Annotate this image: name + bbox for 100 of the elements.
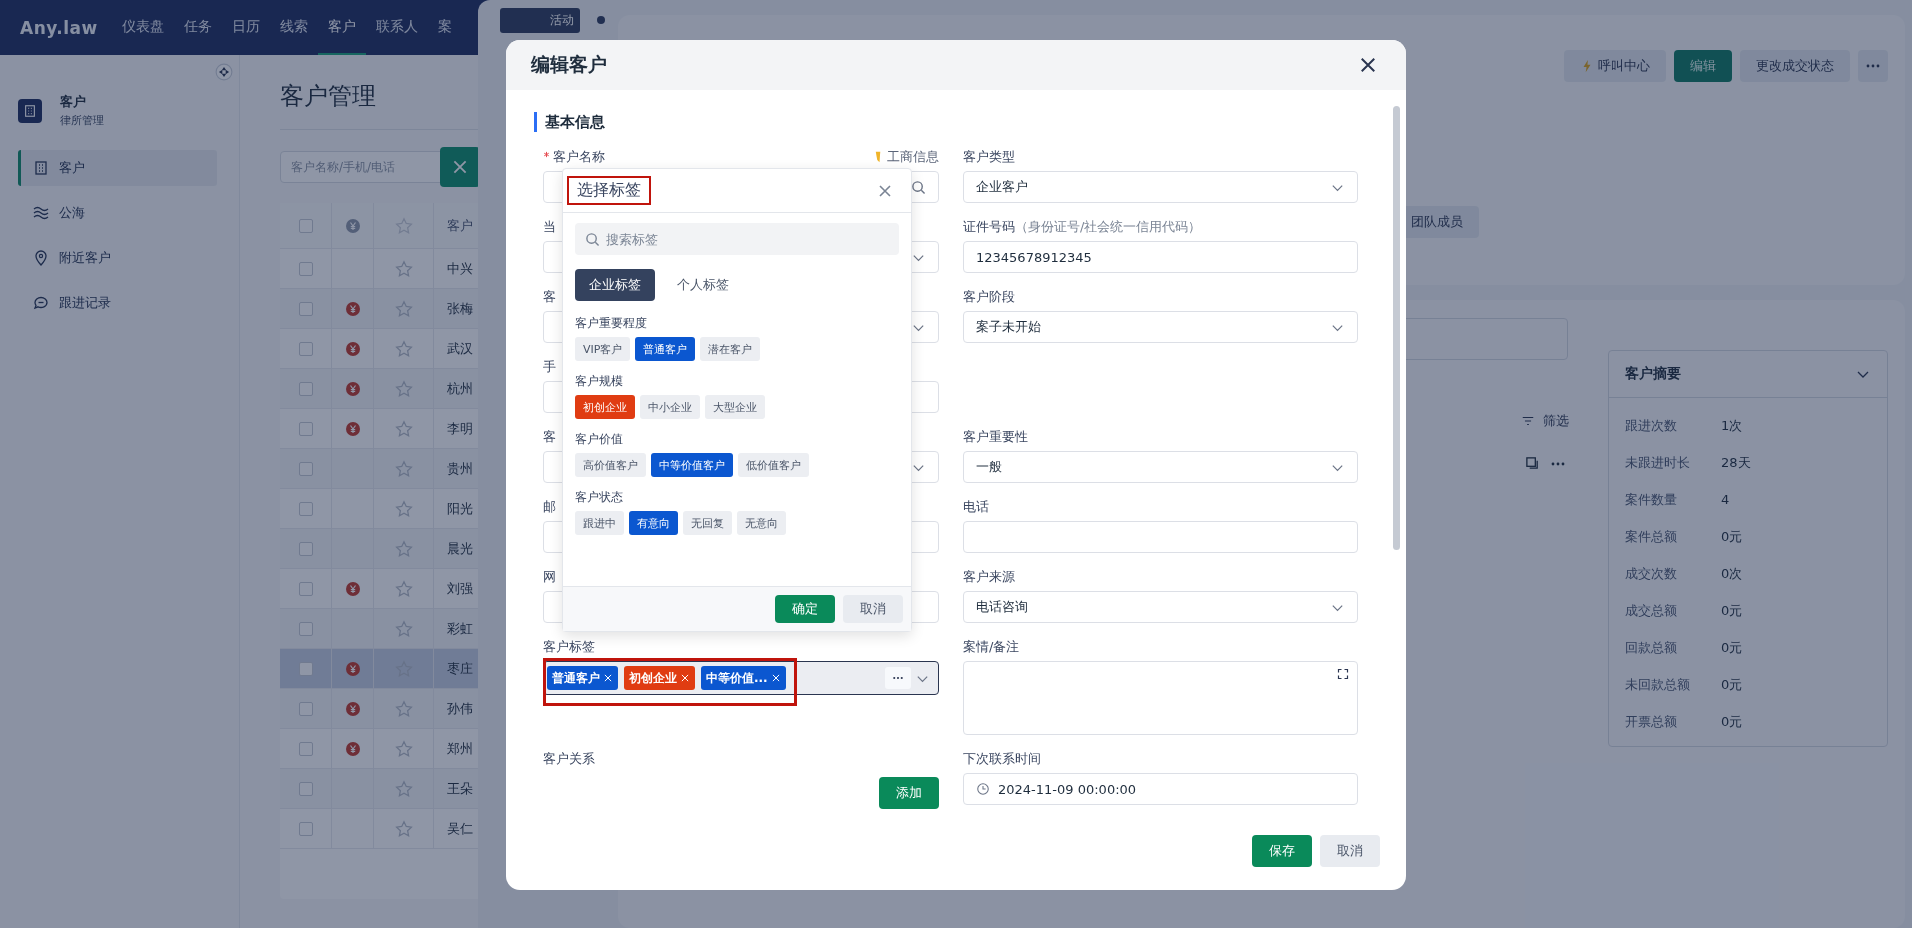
- filter-link[interactable]: 筛选: [1521, 412, 1569, 430]
- tag-option[interactable]: VIP客户: [575, 337, 631, 361]
- selected-tag[interactable]: 普通客户: [547, 666, 618, 690]
- checkbox[interactable]: [298, 341, 313, 356]
- checkbox[interactable]: [298, 541, 313, 556]
- tag-select-field[interactable]: 普通客户 初创企业 中等价值...: [543, 661, 939, 695]
- tag-option[interactable]: 大型企业: [705, 395, 765, 419]
- status-button[interactable]: 更改成交状态: [1740, 50, 1850, 82]
- search-field[interactable]: 搜索标签: [575, 223, 899, 255]
- nav-link[interactable]: 客户: [317, 0, 366, 55]
- checkbox[interactable]: [298, 581, 313, 596]
- save-button[interactable]: 保存: [1252, 835, 1312, 867]
- sidebar-item[interactable]: 跟进记录: [18, 285, 217, 321]
- star-icon[interactable]: [394, 579, 413, 598]
- yen-icon: [344, 660, 361, 677]
- more-button[interactable]: [885, 667, 911, 689]
- checkbox[interactable]: [298, 621, 313, 636]
- cancel-button[interactable]: 取消: [843, 595, 903, 623]
- star-icon[interactable]: [394, 339, 413, 358]
- select-field[interactable]: 一般: [963, 451, 1358, 483]
- star-icon[interactable]: [394, 499, 413, 518]
- date-field[interactable]: 2024-11-09 00:00:00: [963, 773, 1358, 805]
- checkbox[interactable]: [298, 421, 313, 436]
- checkbox[interactable]: [298, 661, 313, 676]
- app-logo: Any.law: [20, 17, 98, 38]
- star-icon[interactable]: [394, 459, 413, 478]
- tag-option[interactable]: 初创企业: [575, 395, 635, 419]
- waves-icon: [33, 205, 49, 221]
- checkbox[interactable]: [298, 218, 313, 233]
- star-icon[interactable]: [394, 819, 413, 838]
- select-field[interactable]: 企业客户: [963, 171, 1358, 203]
- select-field[interactable]: 电话咨询: [963, 591, 1358, 623]
- star-icon[interactable]: [394, 379, 413, 398]
- nav-link[interactable]: 线索: [269, 0, 318, 55]
- star-icon[interactable]: [394, 739, 413, 758]
- confirm-button[interactable]: 确定: [775, 595, 835, 623]
- cancel-button[interactable]: 取消: [1320, 835, 1380, 867]
- tag-option[interactable]: 无意向: [737, 511, 786, 535]
- nav-link[interactable]: 联系人: [365, 0, 428, 55]
- star-icon[interactable]: [394, 299, 413, 318]
- remove-icon[interactable]: [770, 673, 781, 683]
- more-button[interactable]: [1858, 50, 1888, 82]
- tag-option[interactable]: 潜在客户: [700, 337, 761, 361]
- tag-option[interactable]: 中小企业: [640, 395, 700, 419]
- nav-link[interactable]: 日历: [221, 0, 270, 55]
- input-field[interactable]: [963, 521, 1358, 553]
- checkbox[interactable]: [298, 821, 313, 836]
- checkbox[interactable]: [298, 461, 313, 476]
- tag-option[interactable]: 无回复: [683, 511, 732, 535]
- tag-option[interactable]: 高价值客户: [575, 453, 646, 477]
- call-center-button[interactable]: 呼叫中心: [1564, 50, 1666, 82]
- summary-value: 0次: [1721, 564, 1743, 583]
- checkbox[interactable]: [298, 701, 313, 716]
- checkbox[interactable]: [298, 381, 313, 396]
- nav-link[interactable]: 任务: [173, 0, 222, 55]
- yen-icon: [344, 217, 361, 234]
- sidebar-item[interactable]: 附近客户: [18, 240, 217, 276]
- tag-option[interactable]: 低价值客户: [738, 453, 809, 477]
- table-cell: 阳光: [447, 499, 473, 518]
- expand-icon[interactable]: [1337, 668, 1349, 680]
- business-info-link[interactable]: 工商信息: [872, 148, 939, 166]
- star-icon[interactable]: [394, 259, 413, 278]
- star-icon[interactable]: [394, 419, 413, 438]
- sidebar-item[interactable]: 公海: [18, 195, 217, 231]
- input-field[interactable]: 12345678912345: [963, 241, 1358, 273]
- summary-value: 4: [1721, 492, 1730, 507]
- collapse-icon[interactable]: [215, 63, 233, 81]
- nav-link[interactable]: 仪表盘: [111, 0, 174, 55]
- nav-link[interactable]: 案: [427, 0, 462, 55]
- checkbox[interactable]: [298, 781, 313, 796]
- tag-option[interactable]: 普通客户: [635, 337, 696, 361]
- summary-label: 成交总额: [1625, 601, 1678, 620]
- selected-tag[interactable]: 初创企业: [624, 666, 695, 690]
- star-icon[interactable]: [394, 779, 413, 798]
- tag-option[interactable]: 有意向: [629, 511, 678, 535]
- checkbox[interactable]: [298, 501, 313, 516]
- summary-label: 开票总额: [1625, 712, 1678, 731]
- summary-label: 未回款总额: [1625, 675, 1691, 694]
- sidebar-item[interactable]: 客户: [18, 150, 217, 186]
- star-icon[interactable]: [394, 699, 413, 718]
- close-icon[interactable]: [1358, 55, 1378, 75]
- selected-tag[interactable]: 中等价值...: [701, 666, 786, 690]
- star-icon[interactable]: [394, 539, 413, 558]
- tag-option[interactable]: 中等价值客户: [651, 453, 733, 477]
- scrollbar[interactable]: [1393, 106, 1400, 550]
- activity-tab[interactable]: 活动: [500, 8, 580, 33]
- copy-icon[interactable]: [1525, 456, 1540, 471]
- checkbox[interactable]: [298, 301, 313, 316]
- checkbox[interactable]: [298, 741, 313, 756]
- star-icon[interactable]: [394, 619, 413, 638]
- remove-icon[interactable]: [603, 673, 613, 683]
- tab[interactable]: 企业标签: [575, 269, 655, 301]
- select-field[interactable]: 案子未开始: [963, 311, 1358, 343]
- add-button[interactable]: 添加: [879, 777, 939, 809]
- tag-option[interactable]: 跟进中: [575, 511, 624, 535]
- summary-value: 0元: [1721, 712, 1743, 731]
- tab[interactable]: 个人标签: [663, 269, 743, 301]
- table-cell: 武汉: [447, 339, 473, 358]
- remove-icon[interactable]: [680, 673, 690, 683]
- checkbox[interactable]: [298, 261, 313, 276]
